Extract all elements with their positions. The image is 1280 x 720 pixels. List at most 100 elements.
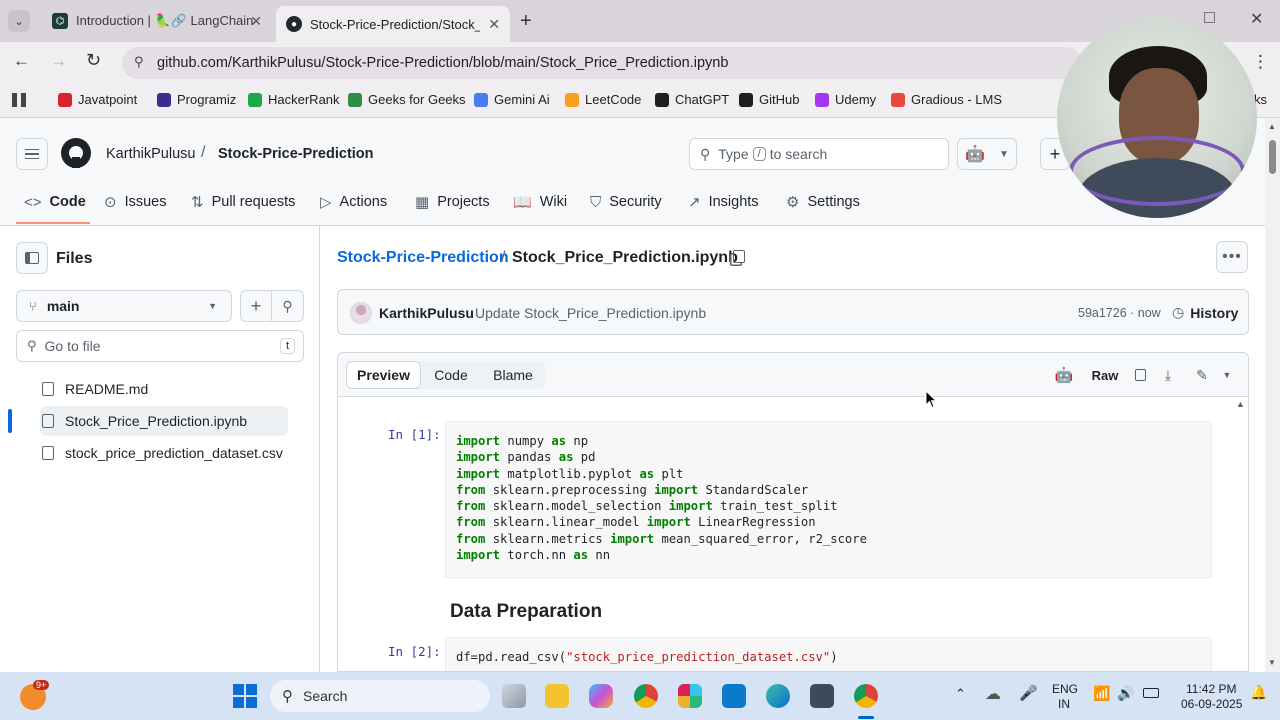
nav-tab-code[interactable]: <> Code [24,192,86,212]
repo-owner-link[interactable]: KarthikPulusu [106,146,195,162]
address-bar[interactable]: ⚲ github.com/KarthikPulusu/Stock-Price-P… [122,47,1082,79]
microphone-icon[interactable]: 🎤 [1019,684,1038,702]
nav-tab-issues[interactable]: ⊙ Issues [104,192,167,212]
document-app-icon[interactable] [810,684,834,708]
repo-path-separator: / [201,144,206,161]
forward-icon[interactable]: → [50,51,67,71]
slack-icon[interactable] [678,684,702,708]
copilot-app-icon[interactable] [589,684,613,708]
language-code[interactable]: ENG [1052,682,1078,696]
repo-name-link[interactable]: Stock-Price-Prediction [218,146,374,162]
bookmark-item[interactable]: Gemini Ai [474,92,550,107]
more-options-button[interactable]: ••• [1216,241,1248,273]
file-row-notebook[interactable]: Stock_Price_Prediction.ipynb [40,406,288,436]
file-explorer-icon[interactable] [545,684,569,708]
onedrive-icon[interactable]: ☁ [985,684,1001,704]
download-button[interactable]: ⤓ [1154,361,1182,389]
close-window-icon[interactable]: ✕ [1250,9,1263,29]
show-hidden-icons[interactable]: ⌃ [955,686,966,702]
bookmark-item[interactable]: Programiz [157,92,236,107]
site-info-icon[interactable]: ⚲ [134,54,144,70]
collapse-sidebar-button[interactable] [16,242,48,274]
nav-tab-wiki[interactable]: 📖 Wiki [513,192,567,212]
cell2-code[interactable]: df=pd.read_csv("stock_price_prediction_d… [445,637,1212,671]
new-tab-button[interactable]: + [520,10,532,33]
code-token: from [456,531,486,546]
browser-tab-github[interactable]: ● Stock-Price-Prediction/Stock_P ✕ [276,6,510,42]
nav-tab-pull-requests[interactable]: ⇅ Pull requests [191,192,295,212]
clock-time[interactable]: 11:42 PM [1186,682,1236,696]
breadcrumb-repo-link[interactable]: Stock-Price-Prediction [337,249,509,267]
commit-author[interactable]: KarthikPulusu [379,305,474,321]
bookmark-label: Programiz [177,92,237,107]
branch-selector[interactable]: ⑂ main ▼ [16,290,232,322]
edit-button[interactable]: ✎ [1188,361,1216,389]
page-scrollbar[interactable]: ▲ ▼ [1265,118,1280,672]
hamburger-menu-button[interactable] [16,138,48,170]
copy-path-icon[interactable] [733,250,745,263]
github-logo-icon[interactable] [61,138,91,168]
file-row-csv[interactable]: stock_price_prediction_dataset.csv [40,438,288,468]
blame-tab[interactable]: Blame [484,361,542,389]
scroll-up-arrow-icon[interactable]: ▲ [1236,399,1245,409]
nav-tab-actions[interactable]: ▷ Actions [320,192,387,212]
notifications-icon[interactable]: 🔔 [1250,684,1267,701]
browser-tab-langchain[interactable]: ⌬ Introduction | 🦜🔗 LangChain ✕ [44,6,272,36]
avatar[interactable] [350,302,372,324]
commit-message[interactable]: Update Stock_Price_Prediction.ipynb [475,305,706,321]
cell1-code[interactable]: import numpy as np import pandas as pd imp… [445,421,1212,578]
bookmark-item[interactable]: Udemy [815,92,876,107]
nav-tab-projects[interactable]: ▦ Projects [415,192,490,212]
nav-tab-settings[interactable]: ⚙ Settings [786,192,860,212]
close-icon[interactable]: ✕ [488,16,500,33]
bookmark-item[interactable]: GitHub [739,92,799,107]
bookmark-item[interactable]: HackerRank [248,92,340,107]
wifi-icon[interactable]: 📶 [1093,685,1110,702]
raw-button[interactable]: Raw [1088,361,1122,389]
edit-options-button[interactable]: ▼ [1216,361,1238,389]
clock-date[interactable]: 06-09-2025 [1181,697,1242,711]
start-button[interactable] [233,684,257,708]
bookmark-item[interactable]: ChatGPT [655,92,729,107]
history-button[interactable]: ◷ History [1172,304,1238,321]
region-code[interactable]: IN [1058,697,1070,711]
bookmark-item[interactable]: Gradious - LMS [891,92,1002,107]
raw-button-label: Raw [1091,367,1119,383]
tab-search-button[interactable]: ⌄ [8,10,30,32]
apps-grid-icon[interactable] [12,93,26,107]
commit-meta[interactable]: 59a1726 · now [1078,306,1161,320]
scroll-down-icon[interactable]: ▼ [1268,658,1276,667]
code-token: np [566,434,589,448]
copy-raw-button[interactable] [1126,361,1154,389]
scroll-up-icon[interactable]: ▲ [1268,122,1276,131]
search-input[interactable]: ⚲ Type / to search [689,138,949,170]
taskbar-search[interactable]: ⚲ Search [270,680,490,712]
nav-tab-security[interactable]: ⛉ Security [590,192,662,212]
browser-menu-icon[interactable]: ⋮ [1252,52,1269,72]
battery-icon[interactable] [1143,688,1159,698]
add-file-button[interactable]: + [240,290,272,322]
nav-tab-insights[interactable]: ↗ Insights [688,192,759,212]
bookmark-item[interactable]: LeetCode [565,92,641,107]
go-to-file-input[interactable]: ⚲ Go to file t [16,330,304,362]
back-icon[interactable]: ← [13,51,30,71]
copilot-ask-button[interactable]: 🤖 [1050,361,1078,389]
file-row-readme[interactable]: README.md [40,374,288,404]
restore-icon[interactable] [1204,12,1215,23]
code-tab[interactable]: Code [424,361,478,389]
reload-icon[interactable]: ↻ [86,50,101,71]
bookmark-item[interactable]: Javatpoint [58,92,137,107]
bookmark-item[interactable]: Geeks for Geeks [348,92,466,107]
chrome-profile-icon[interactable] [854,684,878,708]
chrome-icon[interactable] [634,684,658,708]
scrollbar-thumb[interactable] [1269,140,1276,174]
vscode-icon[interactable] [722,684,746,708]
close-icon[interactable]: ✕ [250,13,262,30]
volume-icon[interactable]: 🔊 [1117,685,1134,702]
task-view-icon[interactable] [502,684,526,708]
preview-tab[interactable]: Preview [346,361,421,389]
copilot-button[interactable]: 🤖 ▼ [957,138,1017,170]
nav-tab-icon: 📖 [513,194,532,211]
edge-icon[interactable] [766,684,790,708]
search-files-button[interactable]: ⚲ [271,290,304,322]
